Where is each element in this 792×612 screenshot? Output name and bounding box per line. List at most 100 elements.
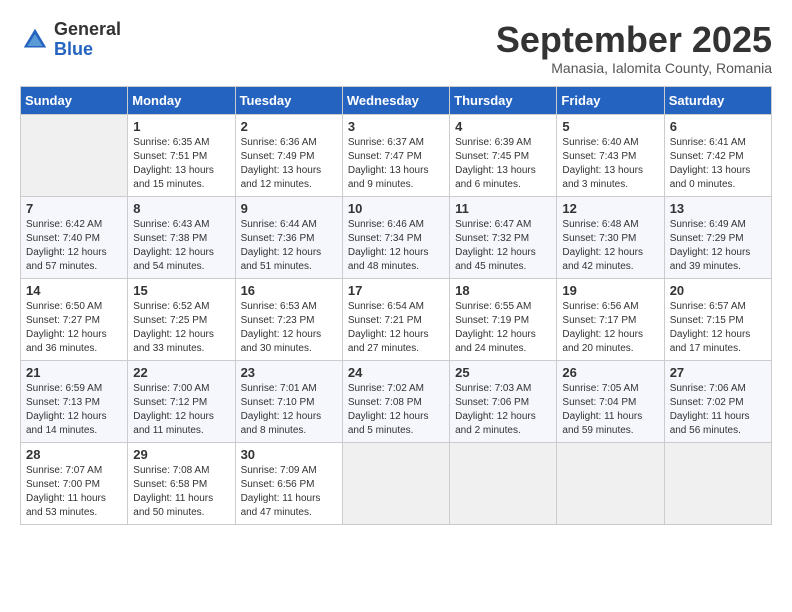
- calendar-cell: 15 Sunrise: 6:52 AMSunset: 7:25 PMDayligh…: [128, 278, 235, 360]
- day-number: 3: [348, 119, 444, 134]
- calendar-cell: 8Sunrise: 6:43 AMSunset: 7:38 PMDaylight…: [128, 196, 235, 278]
- calendar-cell: 5 Sunrise: 6:40 AMSunset: 7:43 PMDaylight…: [557, 114, 664, 196]
- calendar-table: SundayMondayTuesdayWednesdayThursdayFrid…: [20, 86, 772, 525]
- calendar-cell: 11Sunrise: 6:47 AMSunset: 7:32 PMDayligh…: [450, 196, 557, 278]
- day-info: Sunrise: 6:40 AMSunset: 7:43 PMDaylight:…: [562, 136, 658, 192]
- calendar-cell: 20 Sunrise: 6:57 AMSunset: 7:15 PMDayligh…: [664, 278, 771, 360]
- logo-icon: [20, 25, 50, 55]
- day-number: 28: [26, 447, 122, 462]
- calendar-cell: 14Sunrise: 6:50 AMSunset: 7:27 PMDayligh…: [21, 278, 128, 360]
- month-title: September 2025: [496, 20, 772, 60]
- calendar-cell: [21, 114, 128, 196]
- logo-general: General: [54, 20, 121, 40]
- day-info: Sunrise: 7:00 AMSunset: 7:12 PMDaylight:…: [133, 382, 229, 438]
- calendar-cell: 24Sunrise: 7:02 AMSunset: 7:08 PMDayligh…: [342, 360, 449, 442]
- calendar-cell: 1Sunrise: 6:35 AMSunset: 7:51 PMDaylight…: [128, 114, 235, 196]
- calendar-week-5: 28 Sunrise: 7:07 AMSunset: 7:00 PMDayligh…: [21, 442, 772, 524]
- day-info: Sunrise: 6:57 AMSunset: 7:15 PMDaylight:…: [670, 300, 766, 356]
- calendar-cell: 16 Sunrise: 6:53 AMSunset: 7:23 PMDayligh…: [235, 278, 342, 360]
- logo: General Blue: [20, 20, 121, 60]
- header-day-monday: Monday: [128, 86, 235, 114]
- calendar-cell: [450, 442, 557, 524]
- calendar-cell: 26 Sunrise: 7:05 AMSunset: 7:04 PMDayligh…: [557, 360, 664, 442]
- day-number: 15: [133, 283, 229, 298]
- calendar-cell: 10 Sunrise: 6:46 AMSunset: 7:34 PMDayligh…: [342, 196, 449, 278]
- day-info: Sunrise: 7:07 AMSunset: 7:00 PMDaylight:…: [26, 464, 122, 520]
- day-number: 7: [26, 201, 122, 216]
- day-info: Sunrise: 7:09 AMSunset: 6:56 PMDaylight:…: [241, 464, 337, 520]
- calendar-cell: 13 Sunrise: 6:49 AMSunset: 7:29 PMDayligh…: [664, 196, 771, 278]
- calendar-cell: 6Sunrise: 6:41 AMSunset: 7:42 PMDaylight…: [664, 114, 771, 196]
- logo-text: General Blue: [54, 20, 121, 60]
- calendar-week-2: 7 Sunrise: 6:42 AMSunset: 7:40 PMDaylight…: [21, 196, 772, 278]
- day-info: Sunrise: 6:54 AMSunset: 7:21 PMDaylight:…: [348, 300, 444, 356]
- day-number: 2: [241, 119, 337, 134]
- day-number: 16: [241, 283, 337, 298]
- calendar-cell: 29 Sunrise: 7:08 AMSunset: 6:58 PMDayligh…: [128, 442, 235, 524]
- day-info: Sunrise: 7:05 AMSunset: 7:04 PMDaylight:…: [562, 382, 658, 438]
- calendar-cell: 22Sunrise: 7:00 AMSunset: 7:12 PMDayligh…: [128, 360, 235, 442]
- day-number: 18: [455, 283, 551, 298]
- calendar-week-3: 14Sunrise: 6:50 AMSunset: 7:27 PMDayligh…: [21, 278, 772, 360]
- day-info: Sunrise: 6:59 AMSunset: 7:13 PMDaylight:…: [26, 382, 122, 438]
- day-number: 27: [670, 365, 766, 380]
- day-info: Sunrise: 6:44 AMSunset: 7:36 PMDaylight:…: [241, 218, 337, 274]
- calendar-cell: 17 Sunrise: 6:54 AMSunset: 7:21 PMDayligh…: [342, 278, 449, 360]
- day-info: Sunrise: 6:39 AMSunset: 7:45 PMDaylight:…: [455, 136, 551, 192]
- header-day-friday: Friday: [557, 86, 664, 114]
- calendar-cell: 3Sunrise: 6:37 AMSunset: 7:47 PMDaylight…: [342, 114, 449, 196]
- day-number: 13: [670, 201, 766, 216]
- day-info: Sunrise: 6:35 AMSunset: 7:51 PMDaylight:…: [133, 136, 229, 192]
- calendar-cell: 21Sunrise: 6:59 AMSunset: 7:13 PMDayligh…: [21, 360, 128, 442]
- calendar-cell: 18Sunrise: 6:55 AMSunset: 7:19 PMDayligh…: [450, 278, 557, 360]
- calendar-cell: 12Sunrise: 6:48 AMSunset: 7:30 PMDayligh…: [557, 196, 664, 278]
- calendar-cell: 30Sunrise: 7:09 AMSunset: 6:56 PMDayligh…: [235, 442, 342, 524]
- day-info: Sunrise: 7:01 AMSunset: 7:10 PMDaylight:…: [241, 382, 337, 438]
- day-info: Sunrise: 6:52 AMSunset: 7:25 PMDaylight:…: [133, 300, 229, 356]
- header-day-tuesday: Tuesday: [235, 86, 342, 114]
- day-number: 12: [562, 201, 658, 216]
- day-info: Sunrise: 6:46 AMSunset: 7:34 PMDaylight:…: [348, 218, 444, 274]
- calendar-cell: 7 Sunrise: 6:42 AMSunset: 7:40 PMDaylight…: [21, 196, 128, 278]
- calendar-cell: 4 Sunrise: 6:39 AMSunset: 7:45 PMDaylight…: [450, 114, 557, 196]
- day-info: Sunrise: 6:43 AMSunset: 7:38 PMDaylight:…: [133, 218, 229, 274]
- day-info: Sunrise: 6:53 AMSunset: 7:23 PMDaylight:…: [241, 300, 337, 356]
- location-subtitle: Manasia, Ialomita County, Romania: [496, 60, 772, 76]
- day-number: 10: [348, 201, 444, 216]
- header-day-sunday: Sunday: [21, 86, 128, 114]
- day-info: Sunrise: 7:08 AMSunset: 6:58 PMDaylight:…: [133, 464, 229, 520]
- day-number: 17: [348, 283, 444, 298]
- day-number: 26: [562, 365, 658, 380]
- calendar-week-4: 21Sunrise: 6:59 AMSunset: 7:13 PMDayligh…: [21, 360, 772, 442]
- day-number: 14: [26, 283, 122, 298]
- calendar-cell: [557, 442, 664, 524]
- day-number: 19: [562, 283, 658, 298]
- title-block: September 2025 Manasia, Ialomita County,…: [496, 20, 772, 76]
- calendar-week-1: 1Sunrise: 6:35 AMSunset: 7:51 PMDaylight…: [21, 114, 772, 196]
- day-number: 6: [670, 119, 766, 134]
- day-number: 24: [348, 365, 444, 380]
- day-number: 25: [455, 365, 551, 380]
- calendar-cell: 27 Sunrise: 7:06 AMSunset: 7:02 PMDayligh…: [664, 360, 771, 442]
- calendar-cell: 25 Sunrise: 7:03 AMSunset: 7:06 PMDayligh…: [450, 360, 557, 442]
- day-info: Sunrise: 7:03 AMSunset: 7:06 PMDaylight:…: [455, 382, 551, 438]
- day-number: 4: [455, 119, 551, 134]
- day-info: Sunrise: 6:36 AMSunset: 7:49 PMDaylight:…: [241, 136, 337, 192]
- day-info: Sunrise: 6:42 AMSunset: 7:40 PMDaylight:…: [26, 218, 122, 274]
- day-number: 11: [455, 201, 551, 216]
- day-info: Sunrise: 6:49 AMSunset: 7:29 PMDaylight:…: [670, 218, 766, 274]
- calendar-cell: [664, 442, 771, 524]
- calendar-cell: 23Sunrise: 7:01 AMSunset: 7:10 PMDayligh…: [235, 360, 342, 442]
- page-header: General Blue September 2025 Manasia, Ial…: [20, 20, 772, 76]
- day-info: Sunrise: 6:56 AMSunset: 7:17 PMDaylight:…: [562, 300, 658, 356]
- calendar-cell: 9 Sunrise: 6:44 AMSunset: 7:36 PMDaylight…: [235, 196, 342, 278]
- day-info: Sunrise: 7:06 AMSunset: 7:02 PMDaylight:…: [670, 382, 766, 438]
- calendar-header-row: SundayMondayTuesdayWednesdayThursdayFrid…: [21, 86, 772, 114]
- header-day-thursday: Thursday: [450, 86, 557, 114]
- day-number: 5: [562, 119, 658, 134]
- day-number: 9: [241, 201, 337, 216]
- logo-blue: Blue: [54, 40, 121, 60]
- header-day-saturday: Saturday: [664, 86, 771, 114]
- day-number: 29: [133, 447, 229, 462]
- day-number: 20: [670, 283, 766, 298]
